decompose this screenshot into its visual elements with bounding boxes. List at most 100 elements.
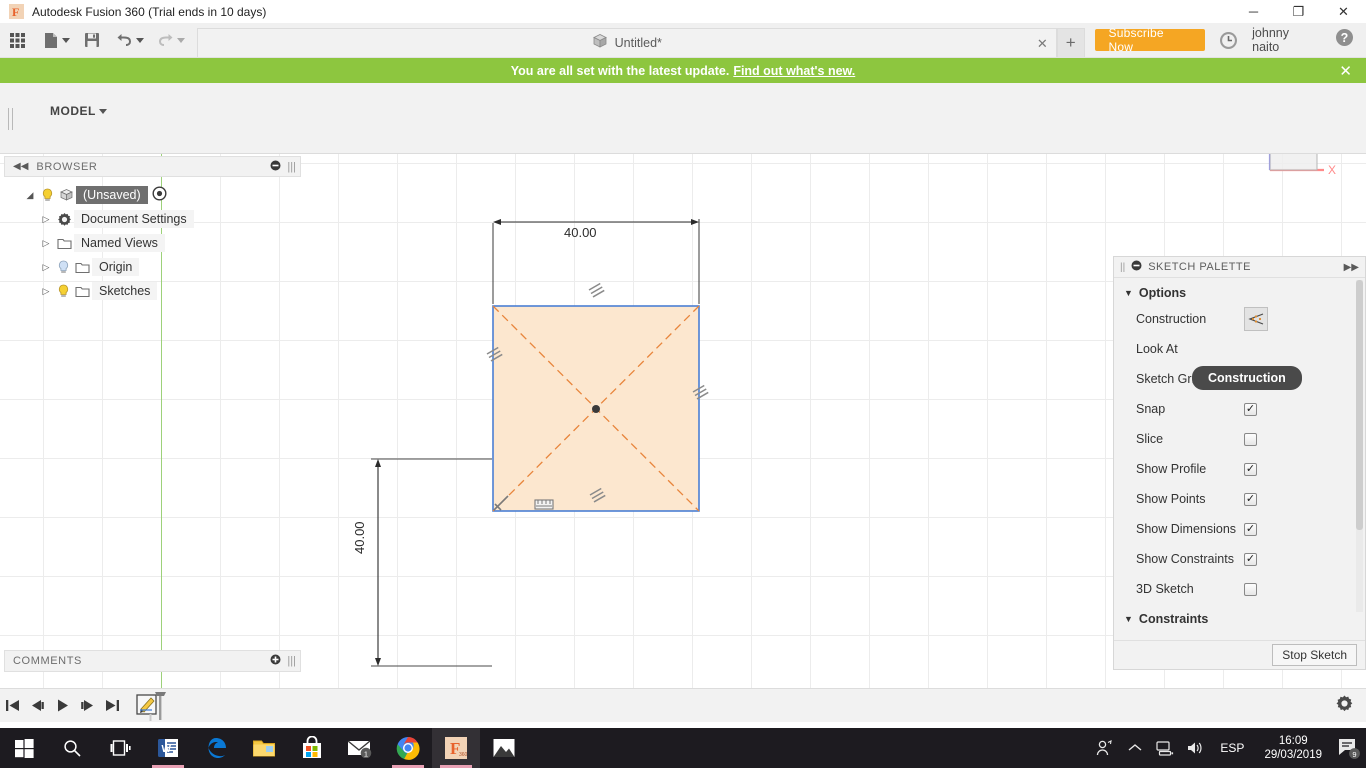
3d-sketch-checkbox[interactable] (1244, 582, 1257, 596)
play-icon[interactable] (50, 689, 75, 723)
whats-new-link[interactable]: Find out what's new. (733, 64, 855, 78)
people-icon[interactable] (1090, 728, 1120, 768)
store-icon[interactable] (288, 728, 336, 768)
windows-start-icon[interactable] (0, 728, 48, 768)
show-constraints-checkbox[interactable]: ✓ (1244, 552, 1257, 566)
document-tab[interactable]: Untitled* ✕ (196, 28, 1057, 57)
collapse-left-icon[interactable]: ◀◀ (13, 161, 28, 172)
plus-circle-icon[interactable] (270, 652, 281, 670)
option-label: Snap (1136, 402, 1166, 416)
visibility-bulb-icon[interactable] (54, 260, 72, 274)
stop-sketch-button[interactable]: Stop Sketch (1272, 644, 1357, 666)
browser-item-unsaved[interactable]: ◢ (Unsaved) (4, 183, 301, 207)
palette-row-look-at: Look At (1114, 334, 1365, 364)
subscribe-now-button[interactable]: Subscribe Now (1094, 26, 1206, 54)
minimize-button[interactable]: ─ (1231, 0, 1276, 23)
action-center-icon[interactable]: 9 (1332, 728, 1366, 768)
timeline-settings-icon[interactable] (1335, 694, 1354, 718)
volume-icon[interactable] (1180, 728, 1210, 768)
window-title: Autodesk Fusion 360 (Trial ends in 10 da… (32, 4, 267, 19)
task-view-icon[interactable] (96, 728, 144, 768)
chrome-icon[interactable] (384, 728, 432, 768)
save-icon[interactable] (80, 23, 104, 58)
search-icon[interactable] (48, 728, 96, 768)
option-label: Show Constraints (1136, 552, 1234, 566)
redo-icon[interactable] (153, 23, 189, 58)
maximize-button[interactable]: ❐ (1276, 0, 1321, 23)
notification-close-icon[interactable]: ✕ (1339, 62, 1352, 80)
clock[interactable]: 16:09 29/03/2019 (1254, 734, 1332, 762)
sketch-timeline-marker[interactable] (135, 689, 169, 723)
comments-panel[interactable]: COMMENTS ||| (4, 650, 301, 672)
display-state-icon[interactable] (152, 186, 167, 204)
fusion360-icon[interactable]: F 360 (432, 728, 480, 768)
photos-icon[interactable] (480, 728, 528, 768)
option-label: 3D Sketch (1136, 582, 1194, 596)
network-icon[interactable] (1150, 728, 1180, 768)
expand-triangle-icon[interactable]: ◢ (22, 190, 38, 201)
document-cube-icon (56, 188, 76, 202)
expand-triangle-icon[interactable]: ▷ (38, 262, 54, 273)
expand-triangle-icon[interactable]: ▷ (38, 286, 54, 297)
help-icon[interactable]: ? (1335, 28, 1354, 52)
height-dimension-label[interactable]: 40.00 (352, 521, 367, 554)
step-back-icon[interactable] (25, 689, 50, 723)
explorer-icon[interactable] (240, 728, 288, 768)
snap-checkbox[interactable]: ✓ (1244, 402, 1257, 416)
mail-icon[interactable]: 1 (336, 728, 384, 768)
expand-triangle-icon[interactable]: ▷ (38, 238, 54, 249)
show-hidden-icons-icon[interactable] (1120, 728, 1150, 768)
sketch-palette: || SKETCH PALETTE ▶▶ ▼ Options Construct… (1113, 256, 1366, 670)
update-notification-bar: You are all set with the latest update. … (0, 58, 1366, 83)
notification-count: 9 (1352, 750, 1356, 759)
go-to-end-icon[interactable] (100, 689, 125, 723)
browser-item-document-settings[interactable]: ▷ Document Settings (4, 207, 301, 231)
new-document-icon[interactable] (40, 23, 74, 58)
app-grid-icon[interactable] (4, 23, 32, 58)
close-button[interactable]: ✕ (1321, 0, 1366, 23)
sketch-palette-footer: Stop Sketch (1114, 640, 1365, 669)
palette-scrollbar-thumb[interactable] (1356, 280, 1363, 530)
minus-circle-icon[interactable] (1131, 258, 1142, 276)
new-tab-button[interactable]: + (1056, 28, 1085, 57)
visibility-bulb-icon[interactable] (38, 188, 56, 202)
step-forward-icon[interactable] (75, 689, 100, 723)
undo-icon[interactable] (112, 23, 148, 58)
browser-item-named-views[interactable]: ▷ Named Views (4, 231, 301, 255)
width-dimension-label[interactable]: 40.00 (564, 225, 597, 240)
job-status-icon[interactable] (1219, 31, 1238, 50)
show-dimensions-checkbox[interactable]: ✓ (1244, 522, 1257, 536)
workspace-selector[interactable]: MODEL (40, 93, 117, 129)
mail-badge-count: 1 (364, 750, 368, 759)
grip-icon[interactable]: ||| (287, 655, 296, 667)
language-indicator[interactable]: ESP (1210, 741, 1254, 755)
visibility-bulb-icon[interactable] (54, 284, 72, 298)
browser-title: BROWSER (36, 160, 98, 173)
show-points-checkbox[interactable]: ✓ (1244, 492, 1257, 506)
document-tab-close-icon[interactable]: ✕ (1037, 36, 1048, 52)
grip-icon[interactable]: ||| (287, 161, 296, 173)
browser-item-label: Sketches (92, 282, 158, 300)
expand-triangle-icon[interactable]: ▷ (38, 214, 54, 225)
word-icon[interactable]: W (144, 728, 192, 768)
palette-row-snap: Snap ✓ (1114, 394, 1365, 424)
browser-item-sketches[interactable]: ▷ Sketches (4, 279, 301, 303)
user-name[interactable]: johnny naito (1252, 26, 1319, 54)
minus-circle-icon[interactable] (270, 160, 281, 174)
edge-icon[interactable] (192, 728, 240, 768)
construction-geometry-icon[interactable] (1244, 307, 1268, 331)
show-profile-checkbox[interactable]: ✓ (1244, 462, 1257, 476)
palette-section-constraints[interactable]: ▼ Constraints (1114, 604, 1365, 630)
svg-text:360: 360 (459, 752, 468, 758)
document-tab-name: Untitled* (614, 36, 662, 50)
grip-icon[interactable]: || (1120, 262, 1125, 273)
slice-checkbox[interactable] (1244, 432, 1257, 446)
palette-section-options[interactable]: ▼ Options (1114, 278, 1365, 304)
expand-right-icon[interactable]: ▶▶ (1344, 262, 1359, 273)
ribbon-grip[interactable] (8, 108, 16, 135)
browser-item-origin[interactable]: ▷ Origin (4, 255, 301, 279)
browser-item-label: (Unsaved) (76, 186, 148, 204)
view-cube[interactable]: Z X FRONT (1250, 154, 1346, 193)
go-to-beginning-icon[interactable] (0, 689, 25, 723)
browser-item-label: Named Views (74, 234, 165, 252)
